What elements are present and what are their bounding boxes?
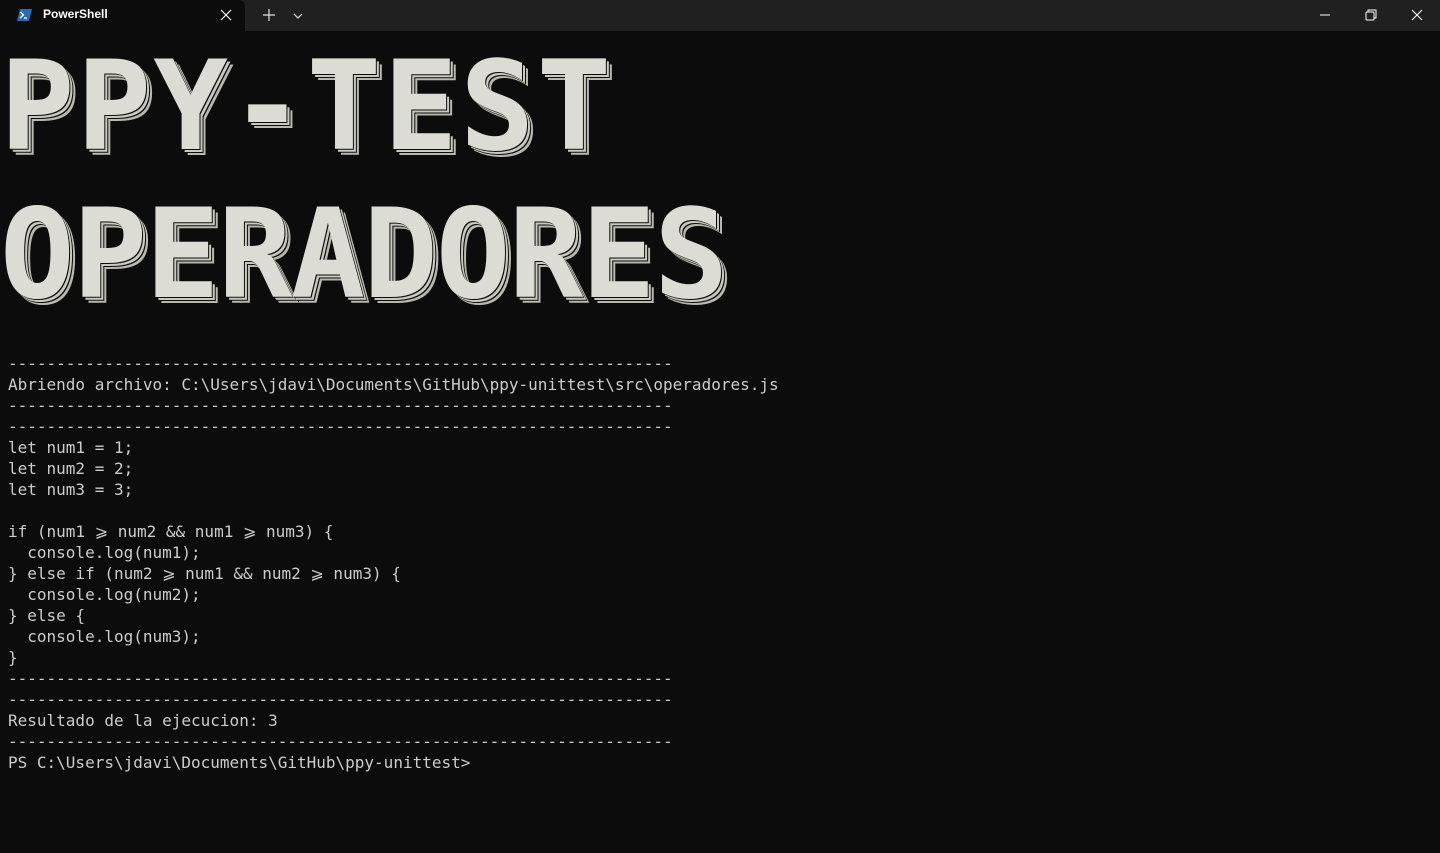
terminal-line: } xyxy=(8,648,18,667)
terminal-line: let num3 = 3; xyxy=(8,480,134,499)
terminal-line: if (num1 ⩾ num2 && num1 ⩾ num3) { xyxy=(8,522,334,541)
close-icon xyxy=(1411,9,1423,21)
terminal-line: ----------------------------------------… xyxy=(8,354,673,373)
ascii-banner-subtitle: OPERADORES xyxy=(0,183,729,327)
terminal-line: ----------------------------------------… xyxy=(8,417,673,436)
title-bar: PowerShell xyxy=(0,0,1440,31)
terminal-line: ----------------------------------------… xyxy=(8,669,673,688)
close-window-button[interactable] xyxy=(1394,0,1440,31)
prompt-line[interactable]: PS C:\Users\jdavi\Documents\GitHub\ppy-u… xyxy=(8,752,1428,773)
terminal-output: ----------------------------------------… xyxy=(8,353,1428,773)
terminal-line: let num1 = 1; xyxy=(8,438,134,457)
ascii-banner-title: PPY-TEST xyxy=(0,35,614,179)
plus-icon[interactable] xyxy=(262,8,276,22)
terminal-line: console.log(num1); xyxy=(8,543,201,562)
terminal-line: console.log(num2); xyxy=(8,585,201,604)
tab-powershell[interactable]: PowerShell xyxy=(0,0,245,31)
maximize-button[interactable] xyxy=(1348,0,1394,31)
terminal-line: ----------------------------------------… xyxy=(8,732,673,751)
chevron-down-icon[interactable] xyxy=(292,9,304,21)
terminal-line: let num2 = 2; xyxy=(8,459,134,478)
tab-title: PowerShell xyxy=(43,7,108,21)
minimize-button[interactable] xyxy=(1302,0,1348,31)
terminal-line: ----------------------------------------… xyxy=(8,396,673,415)
terminal-area[interactable]: PPY-TEST OPERADORES --------------------… xyxy=(0,31,1440,853)
terminal-line: } else if (num2 ⩾ num1 && num2 ⩾ num3) { xyxy=(8,564,401,583)
terminal-line: Resultado de la ejecucion: 3 xyxy=(8,711,278,730)
powershell-icon xyxy=(17,8,32,21)
close-icon[interactable] xyxy=(219,8,233,22)
terminal-line: Abriendo archivo: C:\Users\jdavi\Documen… xyxy=(8,375,779,394)
minimize-icon xyxy=(1320,14,1330,16)
restore-icon xyxy=(1365,9,1377,21)
terminal-line: console.log(num3); xyxy=(8,627,201,646)
terminal-line: ----------------------------------------… xyxy=(8,690,673,709)
terminal-line: } else { xyxy=(8,606,86,625)
